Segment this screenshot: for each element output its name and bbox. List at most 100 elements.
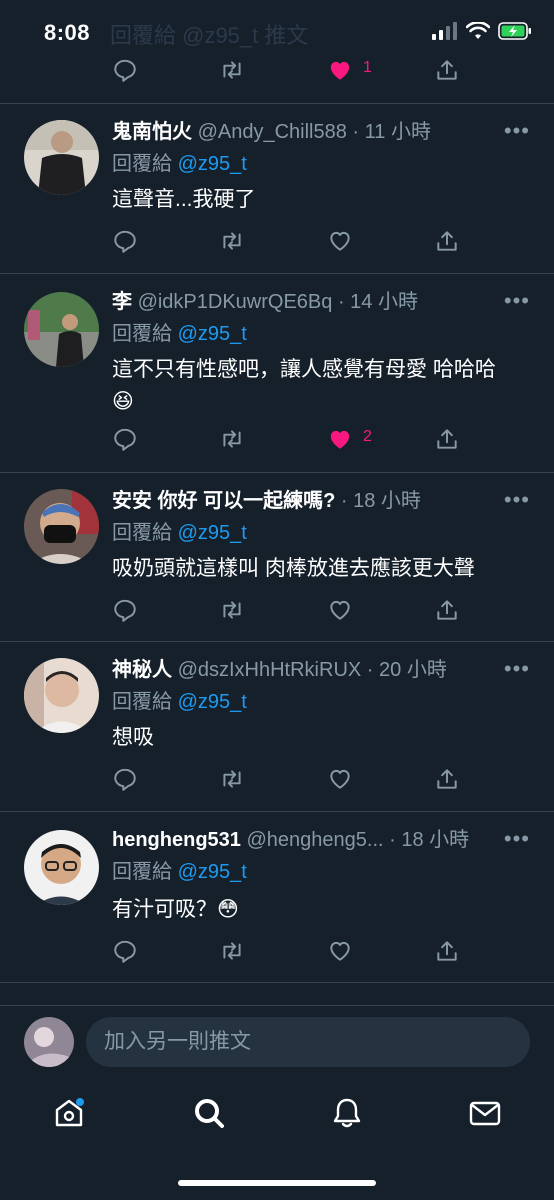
display-name[interactable]: 安安 你好 可以一起練嗎? xyxy=(112,490,335,512)
avatar[interactable] xyxy=(24,830,99,905)
reply-icon xyxy=(114,768,136,791)
retweet-button[interactable] xyxy=(219,57,247,85)
tweet-reply[interactable]: 李 @idkP1DKuwrQE6Bq · 14 小時 ••• 回覆給 @z95_… xyxy=(0,288,554,468)
retweet-button[interactable] xyxy=(219,426,247,454)
reply-button[interactable] xyxy=(112,57,140,85)
reply-mention[interactable]: @z95_t xyxy=(178,861,247,883)
like-icon xyxy=(330,600,350,620)
retweet-button[interactable] xyxy=(219,228,247,256)
like-icon xyxy=(330,769,350,789)
messages-icon xyxy=(469,1101,501,1126)
tweet-reply[interactable]: 鬼南怕火 @Andy_Chill588 · 11 小時 ••• 回覆給 @z95… xyxy=(0,118,554,268)
tweet-action-bar xyxy=(112,597,532,625)
tweet-text: 這不只有性感吧，讓人感覺有母愛 哈哈哈 😆 xyxy=(112,354,524,418)
share-button[interactable] xyxy=(434,766,462,794)
display-name[interactable]: 李 xyxy=(112,291,132,313)
divider xyxy=(0,641,554,642)
reply-label: 回覆給 xyxy=(112,153,172,175)
reply-context: 回覆給 @z95_t xyxy=(112,320,247,348)
share-button[interactable] xyxy=(434,426,462,454)
tab-search[interactable] xyxy=(192,1096,226,1130)
retweet-button[interactable] xyxy=(219,597,247,625)
reply-mention[interactable]: @z95_t xyxy=(178,153,247,175)
more-icon[interactable]: ••• xyxy=(504,290,530,312)
header-title-ghost: 回覆給 @z95_t 推文 xyxy=(110,23,309,48)
divider xyxy=(0,273,554,274)
notifications-icon xyxy=(333,1098,361,1128)
tab-home[interactable] xyxy=(52,1096,86,1130)
wifi-icon xyxy=(466,22,490,39)
reply-button[interactable] xyxy=(112,766,140,794)
retweet-button[interactable] xyxy=(219,938,247,966)
reply-context: 回覆給 @z95_t xyxy=(112,688,247,716)
like-button[interactable] xyxy=(327,228,355,256)
reply-mention[interactable]: @z95_t xyxy=(178,323,247,345)
status-icons xyxy=(432,22,532,40)
like-button[interactable] xyxy=(327,597,355,625)
more-icon[interactable]: ••• xyxy=(504,658,530,680)
home-indicator xyxy=(178,1180,376,1186)
like-button[interactable] xyxy=(327,57,355,85)
like-button[interactable] xyxy=(327,766,355,794)
reply-label: 回覆給 xyxy=(112,691,172,713)
like-icon xyxy=(330,430,350,449)
reply-button[interactable] xyxy=(112,228,140,256)
avatar[interactable] xyxy=(24,292,99,367)
tweet-header: 鬼南怕火 @Andy_Chill588 · 11 小時 xyxy=(112,118,514,146)
tab-messages[interactable] xyxy=(468,1096,502,1130)
more-icon[interactable]: ••• xyxy=(504,120,530,142)
tab-notifications[interactable] xyxy=(330,1096,364,1130)
reply-icon xyxy=(114,599,136,622)
share-button[interactable] xyxy=(434,938,462,966)
share-icon xyxy=(437,429,457,449)
timestamp[interactable]: · 18 小時 xyxy=(341,490,421,512)
avatar[interactable] xyxy=(24,489,99,564)
share-button[interactable] xyxy=(434,57,462,85)
compose-input[interactable]: 加入另一則推文 xyxy=(86,1017,530,1067)
tweet-reply[interactable]: 安安 你好 可以一起練嗎? · 18 小時 ••• 回覆給 @z95_t 吸奶頭… xyxy=(0,487,554,637)
reply-label: 回覆給 xyxy=(112,522,172,544)
timestamp[interactable]: · 20 小時 xyxy=(367,659,447,681)
more-icon[interactable]: ••• xyxy=(504,828,530,850)
timestamp[interactable]: · 18 小時 xyxy=(389,829,469,851)
reply-button[interactable] xyxy=(112,938,140,966)
my-avatar-image xyxy=(24,1017,74,1067)
tweet-reply[interactable]: 神秘人 @dszIxHhHtRkiRUX · 20 小時 ••• 回覆給 @z9… xyxy=(0,656,554,806)
reply-icon xyxy=(114,428,136,451)
tweet-reply[interactable]: hengheng531 @hengheng5... · 18 小時 ••• 回覆… xyxy=(0,826,554,976)
username[interactable]: @Andy_Chill588 xyxy=(198,121,347,143)
timestamp[interactable]: · 11 小時 xyxy=(352,121,431,143)
more-icon[interactable]: ••• xyxy=(504,489,530,511)
reply-context: 回覆給 @z95_t xyxy=(112,519,247,547)
username[interactable]: @dszIxHhHtRkiRUX xyxy=(178,659,362,681)
tweet-action-bar xyxy=(112,938,532,966)
display-name[interactable]: hengheng531 xyxy=(112,829,241,851)
divider xyxy=(0,103,554,104)
avatar[interactable] xyxy=(24,120,99,195)
like-icon xyxy=(330,61,350,80)
reply-button[interactable] xyxy=(112,597,140,625)
avatar-image xyxy=(24,292,99,367)
timestamp[interactable]: · 14 小時 xyxy=(338,291,418,313)
tweet-text-body: 這不只有性感吧，讓人感覺有母愛 哈哈哈 xyxy=(112,358,496,381)
username[interactable]: @idkP1DKuwrQE6Bq xyxy=(138,291,333,313)
display-name[interactable]: 神秘人 xyxy=(112,659,172,681)
like-button[interactable] xyxy=(327,426,355,454)
retweet-button[interactable] xyxy=(219,766,247,794)
share-button[interactable] xyxy=(434,228,462,256)
divider xyxy=(0,811,554,812)
display-name[interactable]: 鬼南怕火 xyxy=(112,121,192,143)
share-icon xyxy=(437,941,457,961)
like-icon xyxy=(330,231,350,251)
divider xyxy=(0,982,554,983)
share-button[interactable] xyxy=(434,597,462,625)
reply-button[interactable] xyxy=(112,426,140,454)
retweet-icon xyxy=(223,942,241,960)
reply-mention[interactable]: @z95_t xyxy=(178,522,247,544)
my-avatar[interactable] xyxy=(24,1017,74,1067)
reply-label: 回覆給 xyxy=(112,861,172,883)
like-button[interactable] xyxy=(327,938,355,966)
username[interactable]: @hengheng5... xyxy=(246,829,383,851)
reply-mention[interactable]: @z95_t xyxy=(178,691,247,713)
avatar[interactable] xyxy=(24,658,99,733)
